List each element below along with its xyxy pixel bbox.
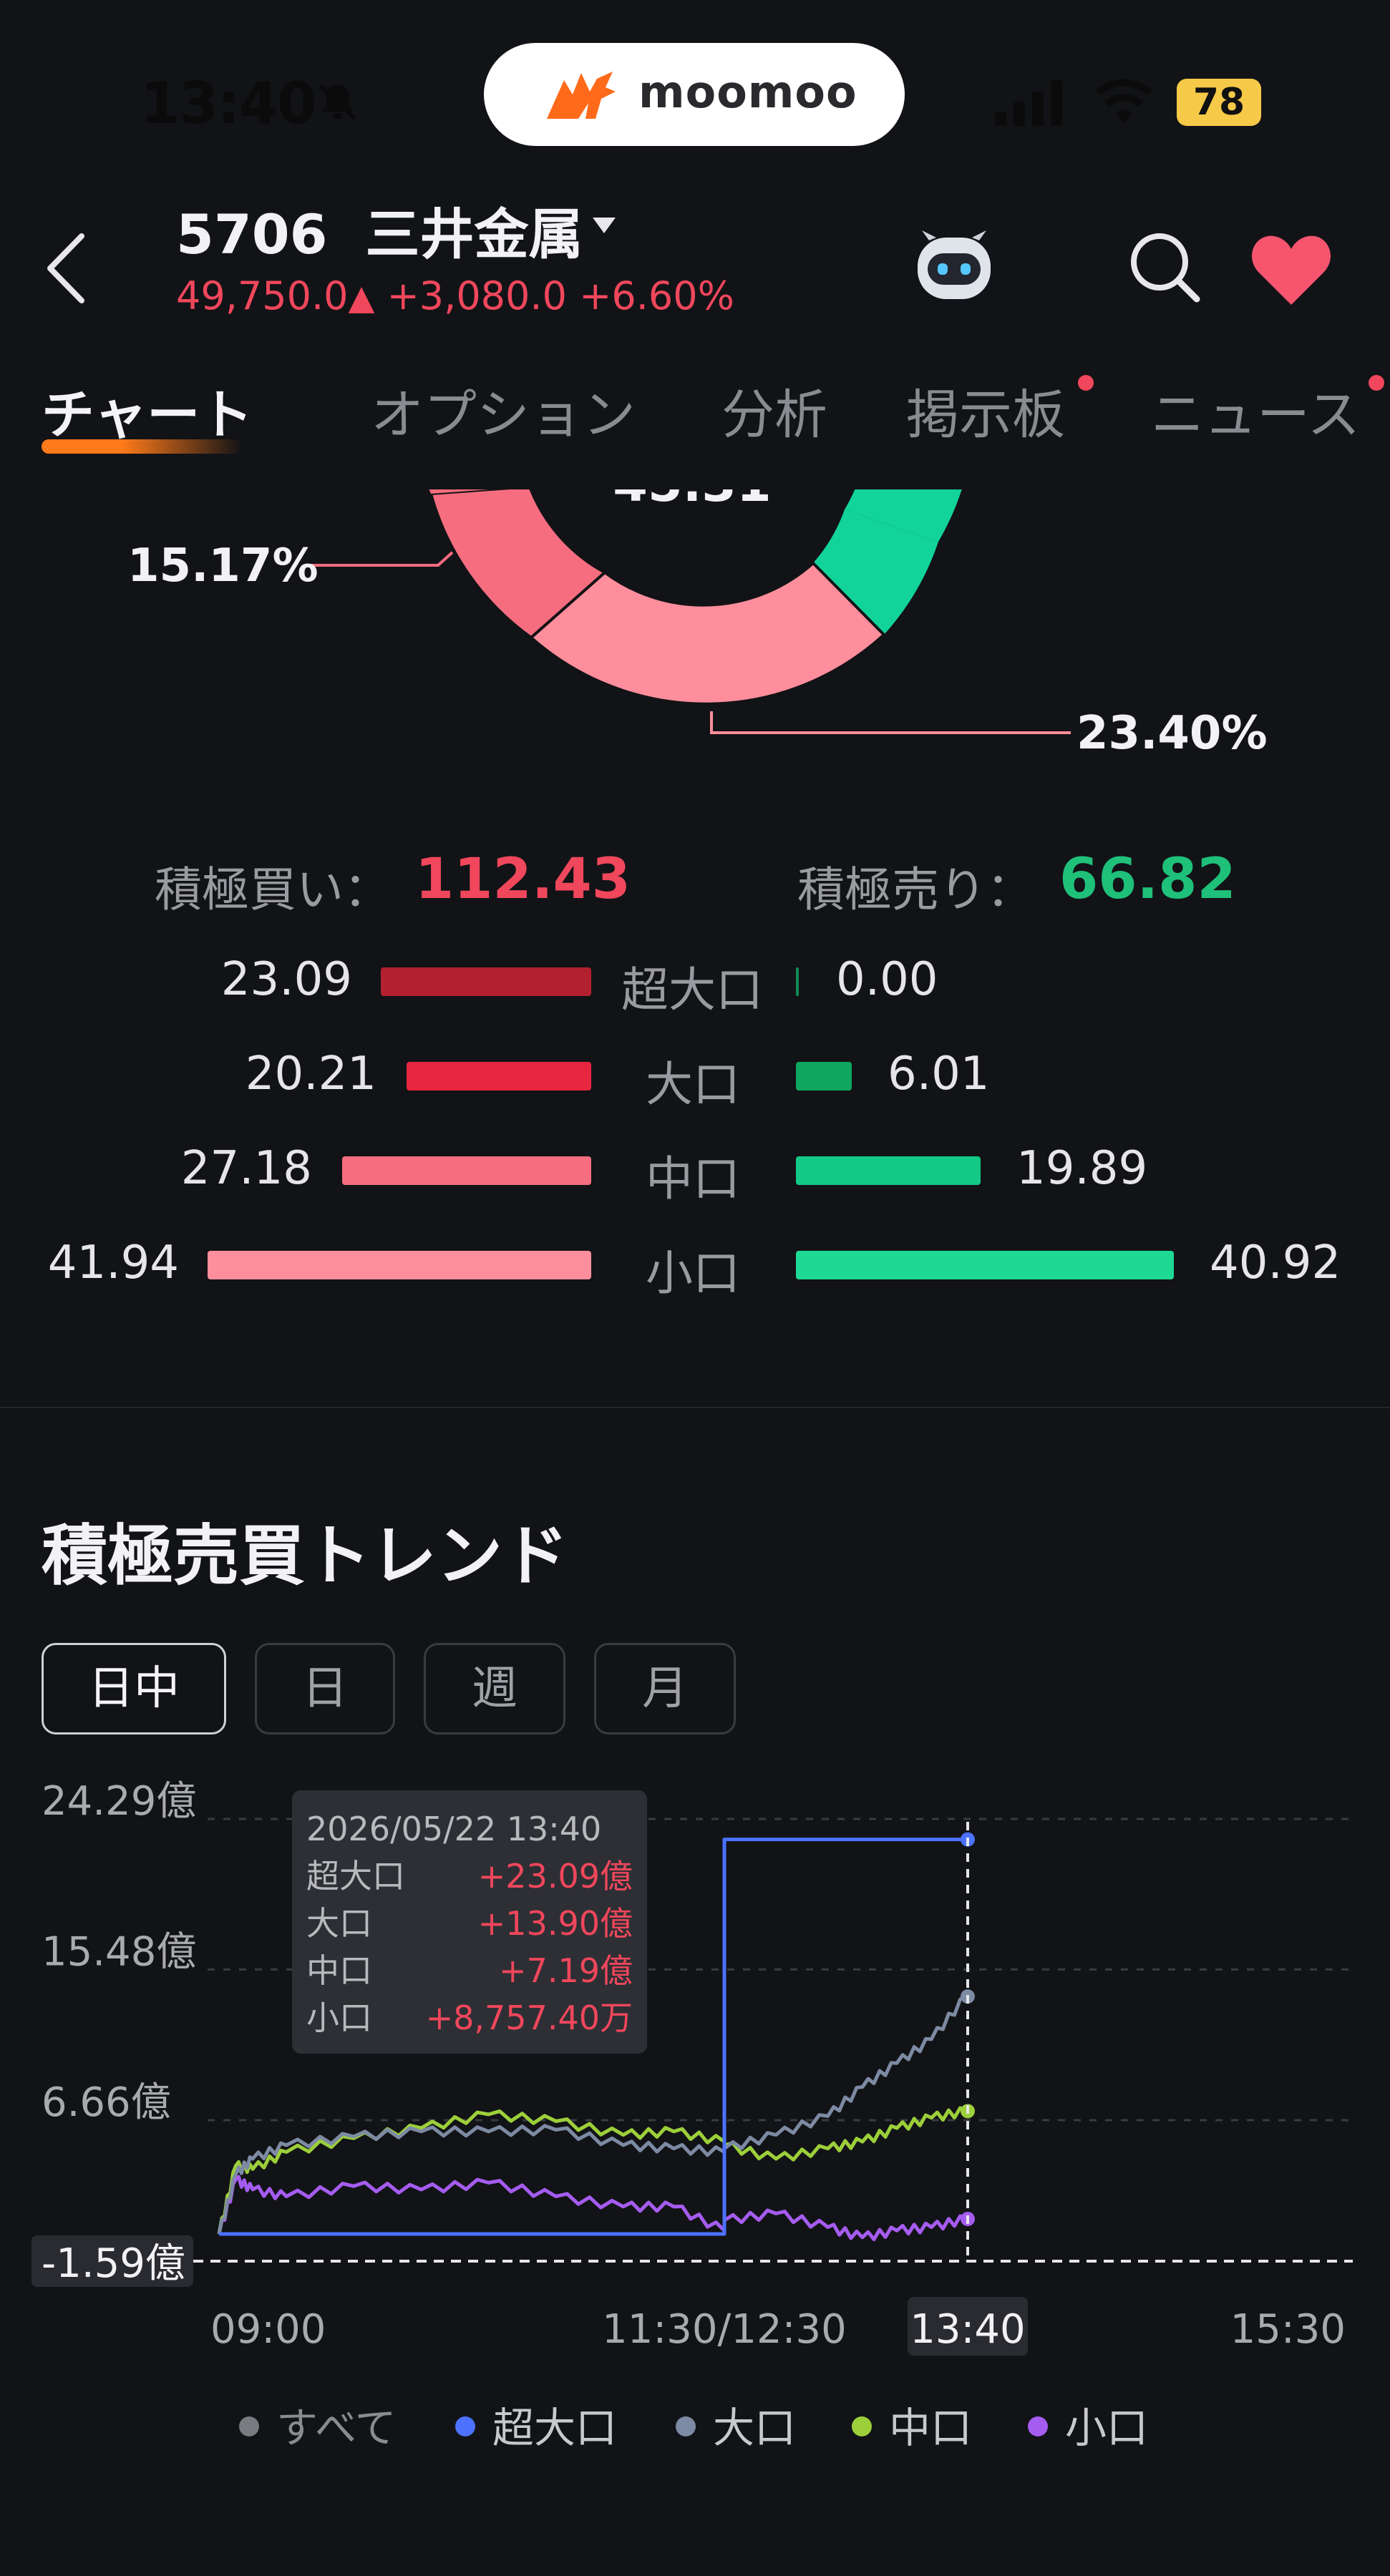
stock-title[interactable]: 5706 三井金属 [176, 190, 583, 269]
tab-chart[interactable]: チャート [42, 372, 253, 449]
donut-leader-bottom [710, 711, 1071, 734]
period-day-button[interactable]: 日 [255, 1643, 395, 1735]
tooltip-row-label: 中口 [306, 1951, 372, 1990]
legend-dot [455, 2416, 475, 2436]
legend-all[interactable]: すべて [239, 2394, 397, 2454]
large-buy-value: 20.21 [245, 1048, 376, 1101]
small-buy-bar [208, 1251, 591, 1279]
legend-small[interactable]: 小口 [1028, 2394, 1148, 2454]
last-price: 49,750.0 [176, 273, 349, 318]
small-sell-value: 40.92 [1210, 1236, 1341, 1289]
board-notification-dot [1078, 375, 1094, 391]
back-arrow-icon[interactable] [42, 229, 92, 308]
buy-label: 積極買い： [155, 862, 391, 917]
tab-options[interactable]: オプション [371, 372, 636, 449]
tooltip-row-value: +8,757.40万 [426, 1999, 633, 2037]
period-intraday-button[interactable]: 日中 [42, 1643, 226, 1735]
y-tick-label: 15.48億 [42, 1928, 196, 1975]
search-icon[interactable] [1125, 228, 1204, 306]
period-week-button[interactable]: 週 [424, 1643, 565, 1735]
legend-dot [239, 2416, 259, 2436]
stock-code: 5706 [176, 203, 328, 266]
y-tick-label: -1.59億 [42, 2240, 185, 2287]
xlarge-label: 超大口 [621, 962, 763, 1018]
small-sell-bar [796, 1251, 1174, 1279]
medium-sell-value: 19.89 [1016, 1142, 1148, 1195]
large-sell-bar [796, 1062, 852, 1091]
silent-bell-icon [319, 84, 357, 121]
donut-center-value: 45.31 [613, 487, 771, 513]
period-month-button[interactable]: 月 [594, 1643, 736, 1735]
x-tick-label: 09:00 [210, 2306, 326, 2353]
section-divider [0, 1407, 1390, 1408]
price-change-pct: +6.60% [579, 273, 734, 318]
price-quote: 49,750.0▲ +3,080.0 +6.60% [176, 273, 734, 318]
y-tick-label: 6.66億 [42, 2079, 171, 2126]
legend-dot [852, 2416, 872, 2436]
legend-dot [676, 2416, 696, 2436]
xlarge-sell-value: 0.00 [836, 953, 938, 1006]
legend-label: 大口 [713, 2404, 797, 2452]
legend-label: 小口 [1065, 2404, 1149, 2452]
xlarge-sell-bar [796, 967, 799, 996]
trend-section-title: 積極売買トレンド [42, 1518, 569, 1594]
donut-label-bottom: 23.40% [1076, 707, 1268, 760]
chart-legend: すべて 超大口 大口 中口 小口 [0, 2394, 1390, 2459]
x-tick-label: 15:30 [1230, 2306, 1346, 2353]
xlarge-buy-value: 23.09 [220, 953, 352, 1006]
stock-name: 三井金属 [365, 203, 583, 266]
tooltip-row-value: +7.19億 [499, 1951, 633, 1990]
legend-dot [1028, 2416, 1048, 2436]
tooltip-datetime: 2026/05/22 13:40 [306, 1810, 601, 1848]
active-tab-indicator [42, 439, 242, 454]
large-sell-value: 6.01 [888, 1048, 990, 1101]
up-arrow-icon: ▲ [348, 278, 375, 318]
sell-total: 66.82 [1059, 847, 1236, 912]
legend-label: 超大口 [492, 2404, 618, 2452]
series-line-3 [217, 2175, 967, 2242]
moomoo-logo-icon [547, 72, 616, 119]
news-notification-dot [1369, 375, 1384, 391]
price-change: +3,080.0 [387, 273, 567, 318]
tooltip-row-value: +13.90億 [478, 1904, 633, 1943]
app-name: moomoo [638, 66, 857, 118]
medium-buy-value: 27.18 [180, 1142, 312, 1195]
tooltip-row-label: 小口 [306, 1999, 372, 2037]
x-tick-label: 11:30/12:30 [602, 2306, 847, 2353]
xlarge-buy-bar [381, 967, 591, 996]
legend-label: 中口 [889, 2404, 973, 2452]
medium-label: 中口 [646, 1151, 740, 1206]
caret-down-icon[interactable] [590, 215, 618, 236]
legend-large[interactable]: 大口 [676, 2394, 796, 2454]
legend-medium[interactable]: 中口 [852, 2394, 972, 2454]
cellular-signal-icon [995, 80, 1062, 126]
wifi-icon [1095, 79, 1152, 123]
small-buy-value: 41.94 [47, 1236, 179, 1289]
tooltip-row-label: 超大口 [306, 1857, 405, 1896]
ai-assistant-robot-icon[interactable] [908, 228, 1001, 306]
battery-indicator: 78 [1177, 79, 1261, 126]
donut-leader-left [305, 551, 454, 567]
tab-board[interactable]: 掲示板 [906, 372, 1065, 449]
legend-label: すべて [276, 2404, 397, 2452]
tooltip-row-value: +23.09億 [478, 1857, 633, 1896]
tab-news[interactable]: ニュース [1151, 372, 1360, 449]
y-tick-label: 24.29億 [42, 1778, 196, 1825]
favorite-heart-icon[interactable] [1248, 230, 1334, 309]
sell-label: 積極売り： [797, 862, 1034, 917]
legend-xlarge[interactable]: 超大口 [455, 2394, 617, 2454]
donut-label-left: 15.17% [127, 540, 319, 592]
tab-analysis[interactable]: 分析 [721, 372, 827, 449]
medium-buy-bar [342, 1156, 591, 1185]
large-label: 大口 [646, 1057, 740, 1112]
large-buy-bar [407, 1062, 591, 1091]
x-tick-label: 13:40 [910, 2306, 1025, 2353]
tooltip-row-label: 大口 [306, 1904, 372, 1943]
status-time: 13:40 [140, 70, 317, 137]
small-label: 小口 [646, 1246, 740, 1301]
trend-line-chart[interactable]: 2026/05/22 13:40 超大口 +23.09億大口 +13.90億中口 +7.… [0, 1775, 1390, 2361]
medium-sell-bar [796, 1156, 981, 1185]
series-line-2 [217, 2106, 967, 2235]
buy-total: 112.43 [415, 847, 631, 912]
